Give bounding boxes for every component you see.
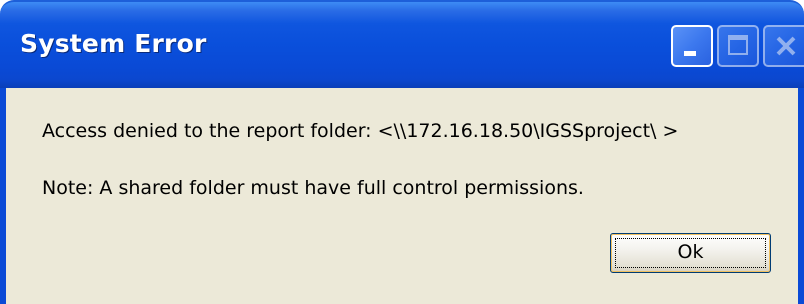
error-dialog: System Error Access denied to the report… [0, 0, 804, 304]
maximize-button[interactable] [717, 25, 759, 67]
error-message: Access denied to the report folder: <\\1… [42, 120, 679, 142]
note-message: Note: A shared folder must have full con… [42, 177, 584, 199]
title-bar[interactable]: System Error [0, 0, 804, 88]
maximize-icon [728, 35, 748, 55]
window-title: System Error [20, 29, 207, 58]
minimize-button[interactable] [671, 25, 713, 67]
ok-button[interactable]: Ok [610, 233, 771, 273]
minimize-icon [684, 51, 696, 56]
close-icon [776, 36, 796, 56]
dialog-body: Access denied to the report folder: <\\1… [0, 88, 804, 304]
close-button[interactable] [763, 25, 804, 67]
ok-button-label: Ok [677, 241, 704, 263]
